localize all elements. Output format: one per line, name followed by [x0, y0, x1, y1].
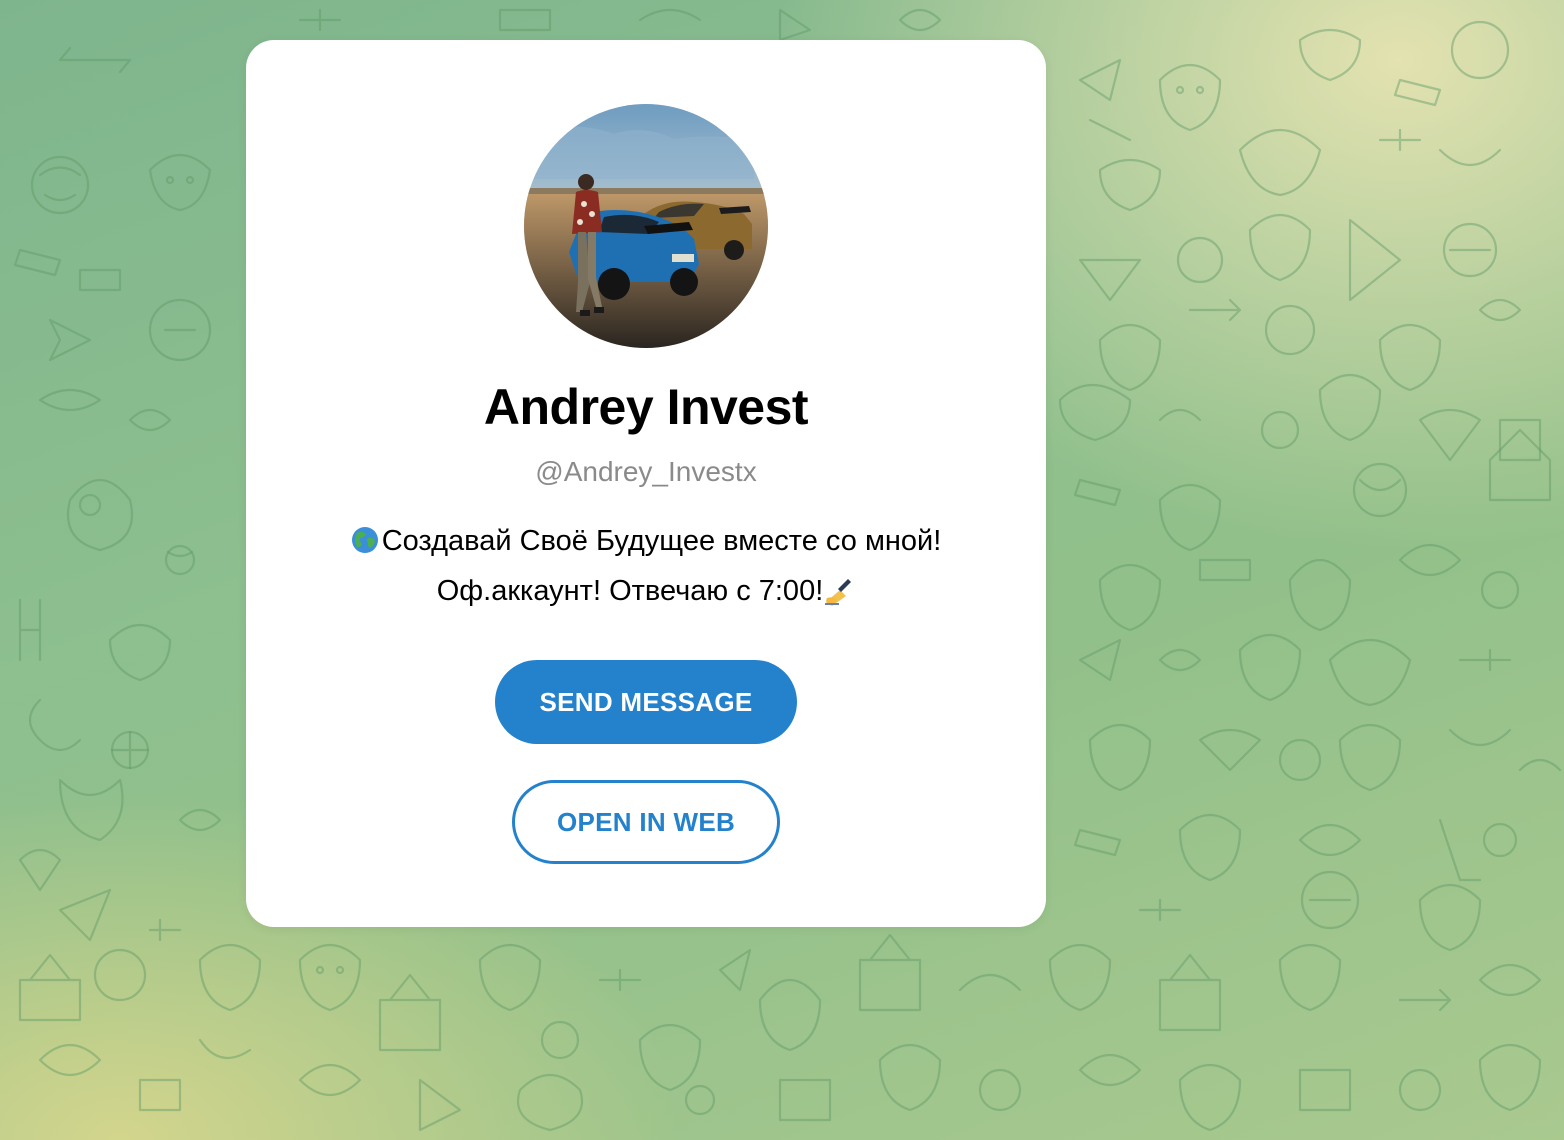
writing-hand-emoji-icon: [825, 579, 852, 606]
profile-card: Andrey Invest @Andrey_Investx Создавай С…: [246, 40, 1046, 927]
profile-photo-icon: [524, 104, 768, 348]
profile-description: Создавай Своё Будущее вместе со мной! Оф…: [246, 516, 1046, 616]
description-line-1-text: Создавай Своё Будущее вместе со мной!: [381, 525, 942, 557]
avatar[interactable]: [524, 104, 768, 348]
send-message-button[interactable]: SEND MESSAGE: [495, 660, 797, 744]
profile-name: Andrey Invest: [483, 379, 809, 435]
description-line-2-text: Оф.аккаунт! Отвечаю с 7:00!: [436, 575, 824, 607]
open-in-web-button[interactable]: OPEN IN WEB: [512, 780, 780, 864]
profile-username[interactable]: @Andrey_Investx: [246, 456, 1046, 488]
description-line-2: Оф.аккаунт! Отвечаю с 7:00!: [246, 566, 1046, 616]
description-line-1: Создавай Своё Будущее вместе со мной!: [246, 516, 1046, 566]
globe-emoji-icon: [351, 527, 378, 553]
